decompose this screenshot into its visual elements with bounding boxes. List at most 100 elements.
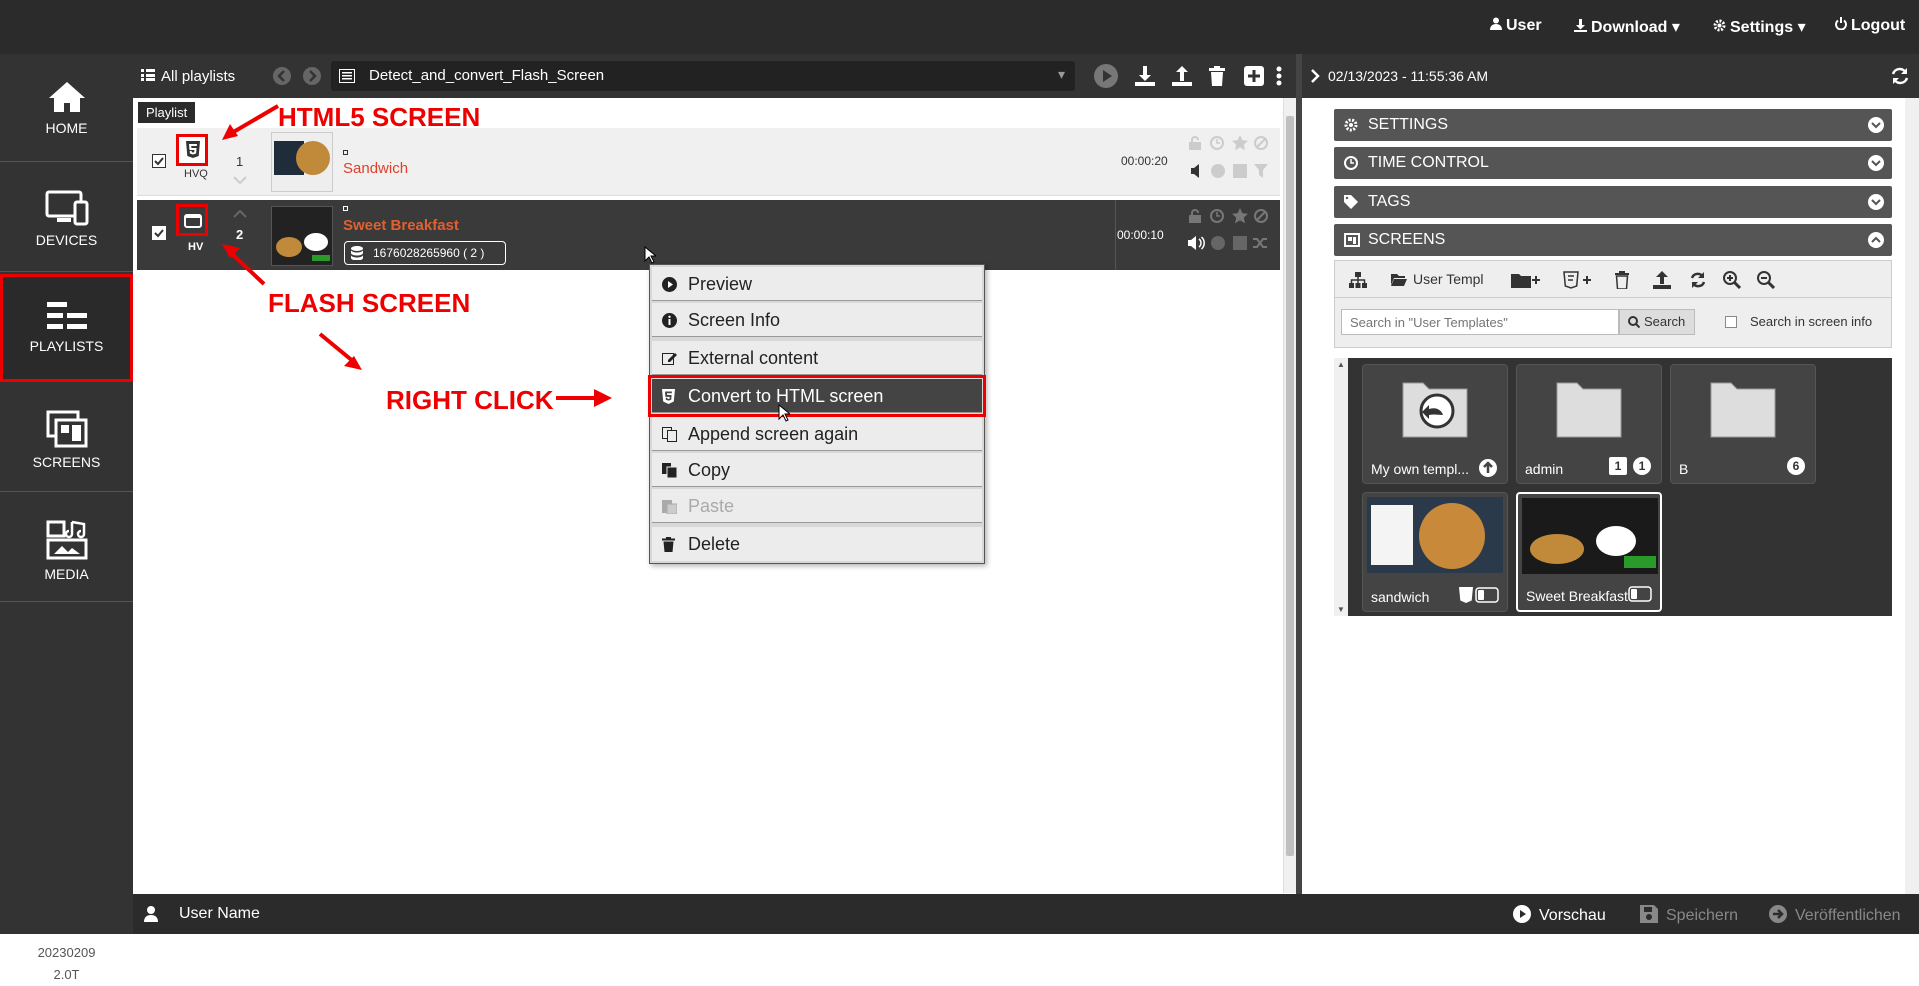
clock-icon[interactable] — [1210, 209, 1224, 223]
sidebar-item-screens[interactable]: SCREENS — [0, 384, 133, 492]
screen-title[interactable]: Sweet Breakfast — [343, 217, 459, 234]
star-icon[interactable] — [1232, 135, 1248, 151]
sidebar-item-home[interactable]: HOME — [0, 54, 133, 162]
row-index: 1 — [236, 154, 244, 169]
lock-icon[interactable] — [1189, 209, 1201, 223]
html5-add-icon[interactable] — [1563, 271, 1593, 289]
sidebar-item-devices[interactable]: DEVICES — [0, 164, 133, 272]
table-row[interactable]: HV 2 Sweet Breakfast 1676028265960 ( 2 )… — [137, 200, 1280, 270]
table-row[interactable]: HVQ 1 Sandwich 00:00:20 — [137, 128, 1280, 196]
more-vertical-icon[interactable] — [1276, 66, 1282, 86]
menu-item-delete[interactable]: Delete — [652, 527, 982, 561]
zoom-out-icon[interactable] — [1757, 271, 1775, 289]
sidebar-item-label: PLAYLISTS — [29, 338, 104, 354]
refresh-icon[interactable] — [1689, 271, 1707, 289]
publish-button[interactable]: Veröffentlichen — [1769, 905, 1901, 925]
checkbox-checked-icon[interactable] — [152, 154, 166, 168]
current-folder[interactable]: User Templ — [1413, 271, 1493, 287]
search-in-info-checkbox[interactable] — [1725, 316, 1737, 328]
back-icon[interactable] — [273, 67, 291, 85]
settings-menu[interactable]: Settings ▾ — [1713, 17, 1806, 37]
scrollbar-thumb[interactable] — [1286, 116, 1294, 856]
checkbox-checked-icon[interactable] — [152, 226, 166, 240]
star-icon[interactable] — [1232, 208, 1248, 224]
screen-title[interactable]: Sandwich — [343, 160, 408, 177]
all-playlists-button[interactable]: All playlists — [141, 68, 235, 85]
menu-item-external-content[interactable]: External content — [652, 341, 982, 375]
download-menu[interactable]: Download ▾ — [1574, 17, 1680, 37]
data-tag[interactable]: 1676028265960 ( 2 ) — [344, 241, 506, 265]
move-down-icon[interactable] — [233, 176, 247, 184]
chevron-right-icon[interactable] — [1310, 69, 1320, 83]
search-button[interactable]: Search — [1619, 309, 1695, 335]
volume-up-icon[interactable] — [1188, 236, 1206, 250]
ban-icon[interactable] — [1254, 209, 1268, 223]
zero-circle-icon[interactable] — [1211, 236, 1225, 250]
section-screens[interactable]: SCREENS — [1334, 224, 1892, 256]
screen-thumbnail[interactable] — [271, 132, 333, 192]
upload-icon[interactable] — [1653, 271, 1671, 289]
menu-item-screen-info[interactable]: Screen Info — [652, 303, 982, 337]
volume-off-icon[interactable] — [1191, 164, 1203, 178]
datetime: 02/13/2023 - 11:55:36 AM — [1328, 68, 1489, 84]
trash-icon[interactable] — [1615, 271, 1629, 289]
tile-folder-b[interactable]: B 6 — [1670, 364, 1816, 484]
add-icon[interactable] — [1244, 66, 1264, 86]
forward-icon[interactable] — [303, 67, 321, 85]
upload-icon[interactable] — [1172, 66, 1192, 86]
refresh-icon[interactable] — [1890, 66, 1910, 86]
search-input[interactable] — [1341, 309, 1619, 335]
screens-icon — [1344, 233, 1360, 247]
duration: 00:00:20 — [1121, 154, 1168, 168]
logout-button[interactable]: Logout — [1835, 17, 1905, 35]
section-settings[interactable]: SETTINGS — [1334, 109, 1892, 141]
lock-icon[interactable] — [1189, 136, 1201, 150]
tile-screen-sandwich[interactable]: sandwich — [1362, 492, 1508, 612]
folder-add-icon[interactable] — [1511, 272, 1541, 288]
filter-icon[interactable] — [1254, 164, 1268, 178]
trash-icon[interactable] — [1209, 66, 1225, 86]
right-panel-scrollbar[interactable] — [1905, 98, 1919, 894]
preview-button[interactable]: Vorschau — [1513, 905, 1606, 925]
screens-toolbar: User Templ — [1334, 260, 1892, 298]
sidebar-item-playlists[interactable]: PLAYLISTS — [0, 274, 133, 382]
playlist-select[interactable]: Detect_and_convert_Flash_Screen ▾ — [331, 61, 1075, 91]
arrow-annotation — [222, 104, 280, 140]
sitemap-icon[interactable] — [1349, 272, 1367, 288]
sidebar-item-media[interactable]: MEDIA — [0, 494, 133, 602]
tile-folder-admin[interactable]: admin 1 1 — [1516, 364, 1662, 484]
menu-item-convert-html[interactable]: Convert to HTML screen — [648, 375, 986, 417]
shuffle-icon[interactable] — [1253, 236, 1269, 250]
play-icon[interactable] — [1093, 63, 1119, 89]
annotation-flash: FLASH SCREEN — [268, 288, 471, 318]
tile-screen-sweet-breakfast[interactable]: Sweet Breakfast — [1516, 492, 1662, 612]
sidebar-item-label: MEDIA — [44, 566, 89, 582]
zero-box-icon[interactable] — [1233, 236, 1247, 250]
download-icon[interactable] — [1135, 66, 1155, 86]
user-name: User Name — [179, 905, 260, 922]
chevron-down-icon: ▾ — [1797, 19, 1806, 36]
user-menu[interactable]: User — [1490, 17, 1542, 35]
zero-box-icon[interactable] — [1233, 164, 1247, 178]
grid-scrollbar[interactable]: ▲ ▼ — [1334, 358, 1348, 616]
screen-thumbnail[interactable] — [271, 206, 333, 266]
playlist-scrollbar[interactable] — [1283, 98, 1296, 893]
clock-icon[interactable] — [1210, 136, 1224, 150]
media-icon — [46, 520, 87, 560]
move-up-icon[interactable] — [233, 210, 247, 218]
folder-icon — [1710, 382, 1776, 438]
section-time-control[interactable]: TIME CONTROL — [1334, 147, 1892, 179]
menu-item-preview[interactable]: Preview — [652, 267, 982, 301]
section-tags[interactable]: TAGS — [1334, 186, 1892, 218]
menu-item-copy[interactable]: Copy — [652, 453, 982, 487]
screen-count-badge: 6 — [1787, 457, 1805, 475]
menu-item-paste[interactable]: Paste — [652, 489, 982, 523]
tile-folder-up[interactable]: My own templ... — [1362, 364, 1508, 484]
zoom-in-icon[interactable] — [1723, 271, 1741, 289]
settings-menu-label: Settings — [1730, 19, 1794, 36]
edit-icon — [662, 353, 677, 365]
menu-item-append-screen[interactable]: Append screen again — [652, 417, 982, 451]
save-button[interactable]: Speichern — [1640, 905, 1738, 925]
ban-icon[interactable] — [1254, 136, 1268, 150]
zero-circle-icon[interactable] — [1211, 164, 1225, 178]
